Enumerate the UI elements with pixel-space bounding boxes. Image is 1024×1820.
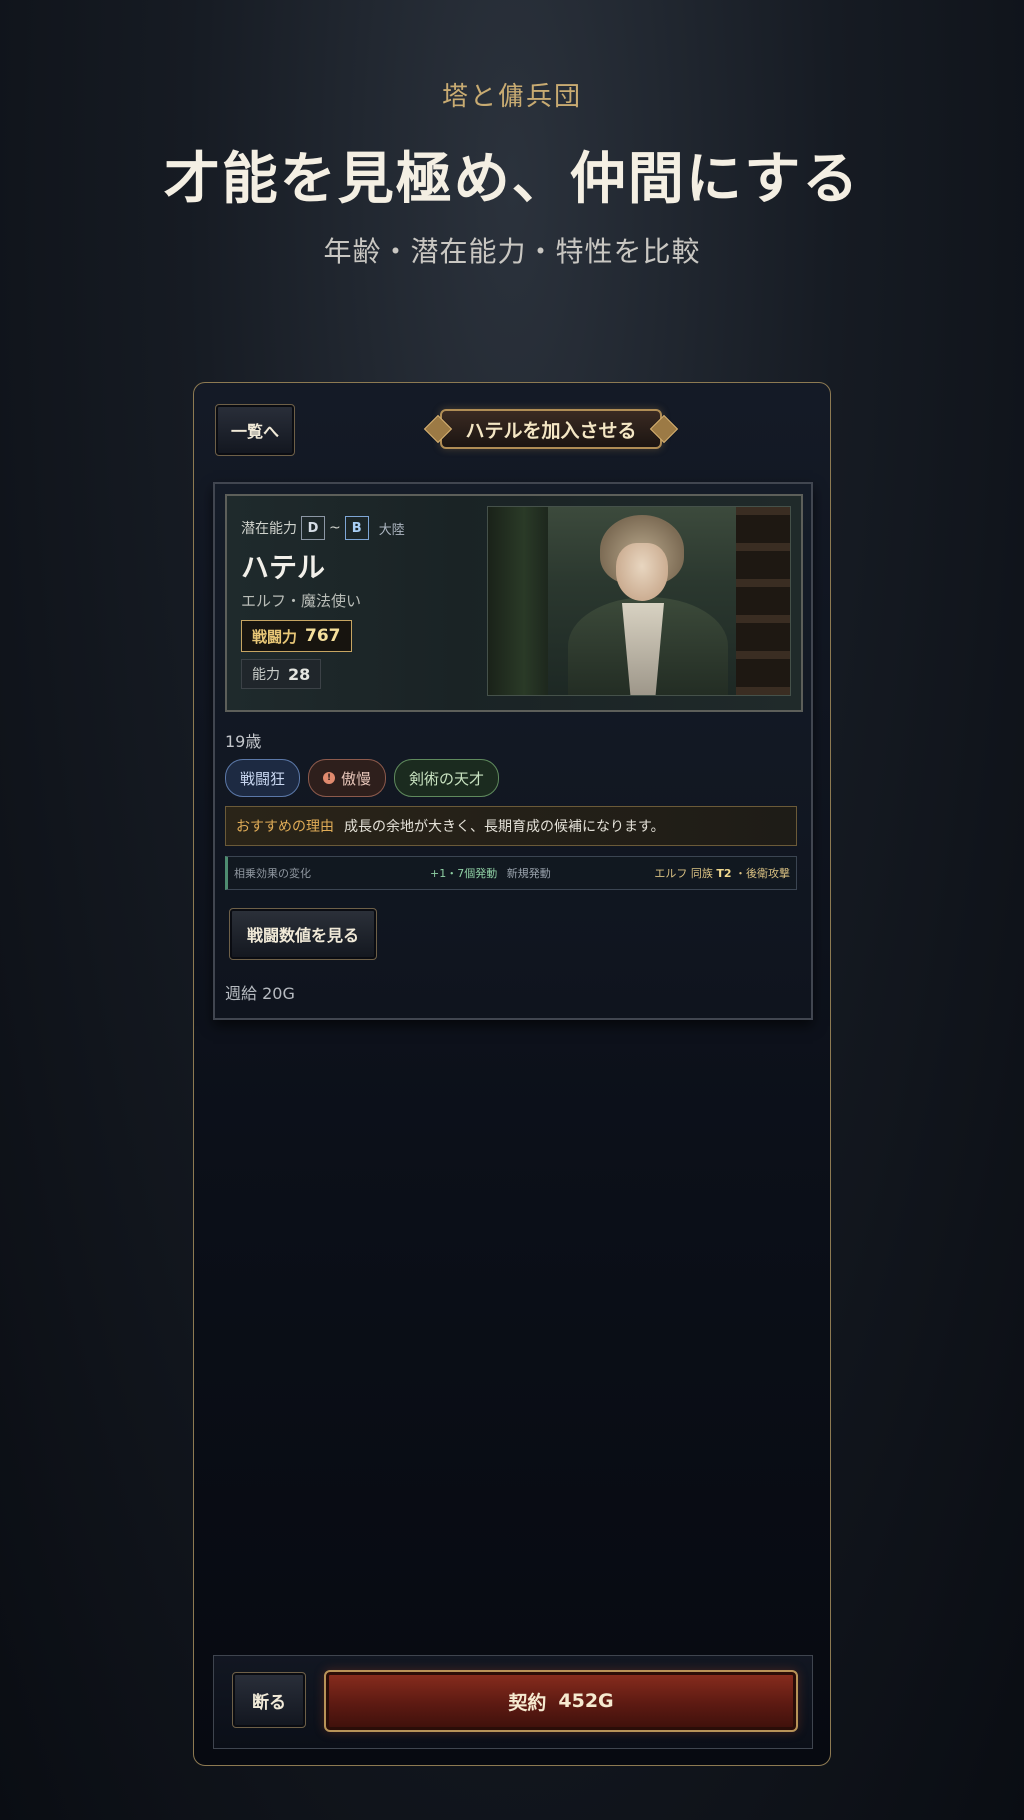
recommendation-reason: おすすめの理由 成長の余地が大きく、長期育成の候補になります。	[225, 806, 797, 846]
decline-button[interactable]: 断る	[232, 1672, 306, 1728]
promo-kicker: 塔と傭兵団	[441, 82, 582, 112]
recommendation-label: おすすめの理由	[236, 819, 334, 835]
weekly-salary: 週給 20G	[225, 984, 295, 1003]
trait-label: 剣術の天才	[409, 769, 485, 788]
synergy-detail-suffix: ・後衛攻撃	[735, 867, 790, 880]
synergy-detail: エルフ 同族 T2 ・後衛攻撃	[626, 865, 790, 881]
contract-label: 契約	[508, 1691, 547, 1714]
potential-separator: ~	[329, 520, 341, 536]
synergy-change-value: +1・7個発動	[430, 867, 498, 880]
trait-list: 戦闘狂 ! 傲慢 剣術の天才	[225, 759, 500, 797]
trait-label: 傲慢	[341, 769, 372, 788]
character-card: 潜在能力 D ~ B 大陸 ハテル エルフ・魔法使い 戦闘力 767 能力 28	[225, 494, 803, 712]
trait-chip[interactable]: ! 傲慢	[308, 759, 387, 797]
top-bar: 一覧へ ハテルを加入させる	[194, 383, 830, 473]
ability-value: 28	[288, 664, 311, 684]
synergy-label: 相乗効果の変化	[234, 867, 311, 880]
screen-title: ハテルを加入させる	[465, 419, 637, 442]
character-name: ハテル	[241, 551, 326, 584]
potential-max-grade: B	[344, 516, 369, 540]
synergy-change: +1・7個発動 新規発動	[430, 865, 626, 881]
promo-header: 塔と傭兵団 才能を見極め、仲間にする 年齢・潜在能力・特性を比較	[0, 0, 1024, 300]
promo-title: 才能を見極め、仲間にする	[163, 147, 861, 212]
trait-chip[interactable]: 剣術の天才	[394, 759, 500, 797]
character-age: 19歳	[225, 732, 262, 751]
character-portrait	[487, 506, 791, 696]
trait-chip[interactable]: 戦闘狂	[225, 759, 301, 797]
portrait-tree	[488, 507, 548, 695]
combat-power-badge: 戦闘力 767	[241, 620, 352, 652]
synergy-status: 新規発動	[506, 867, 551, 880]
portrait-face	[616, 543, 668, 601]
portrait-bookshelf	[736, 507, 790, 695]
contract-button[interactable]: 契約 452G	[324, 1670, 798, 1732]
synergy-detail-prefix: エルフ 同族	[654, 867, 713, 880]
combat-power-value: 767	[305, 626, 341, 646]
contract-price: 452G	[558, 1690, 614, 1712]
combat-power-label: 戦闘力	[252, 627, 298, 646]
action-bar: 断る 契約 452G	[213, 1655, 813, 1749]
promo-subtitle: 年齢・潜在能力・特性を比較	[323, 235, 701, 268]
potential-min-grade: D	[301, 516, 325, 540]
synergy-change-row: 相乗効果の変化 +1・7個発動 新規発動 エルフ 同族 T2 ・後衛攻撃	[225, 856, 797, 890]
phone-frame: 一覧へ ハテルを加入させる 潜在能力 D ~ B 大陸 ハテル エルフ・魔法使い…	[193, 382, 831, 1766]
synergy-detail-tier: T2	[716, 867, 732, 880]
warning-icon: !	[323, 772, 336, 784]
screen-title-plate: ハテルを加入させる	[423, 403, 679, 455]
potential-row: 潜在能力 D ~ B 大陸	[241, 516, 405, 540]
character-panel: 潜在能力 D ~ B 大陸 ハテル エルフ・魔法使い 戦闘力 767 能力 28…	[213, 482, 813, 1020]
ability-label: 能力	[252, 667, 280, 683]
recommendation-text: 成長の余地が大きく、長期育成の候補になります。	[344, 819, 665, 835]
view-combat-stats-button[interactable]: 戦闘数値を見る	[229, 908, 377, 960]
trait-label: 戦闘狂	[240, 769, 286, 788]
ability-badge: 能力 28	[241, 659, 322, 689]
continent-label: 大陸	[378, 522, 405, 538]
back-to-list-button[interactable]: 一覧へ	[215, 404, 295, 456]
character-class: エルフ・魔法使い	[241, 592, 362, 610]
potential-label: 潜在能力	[241, 521, 297, 537]
